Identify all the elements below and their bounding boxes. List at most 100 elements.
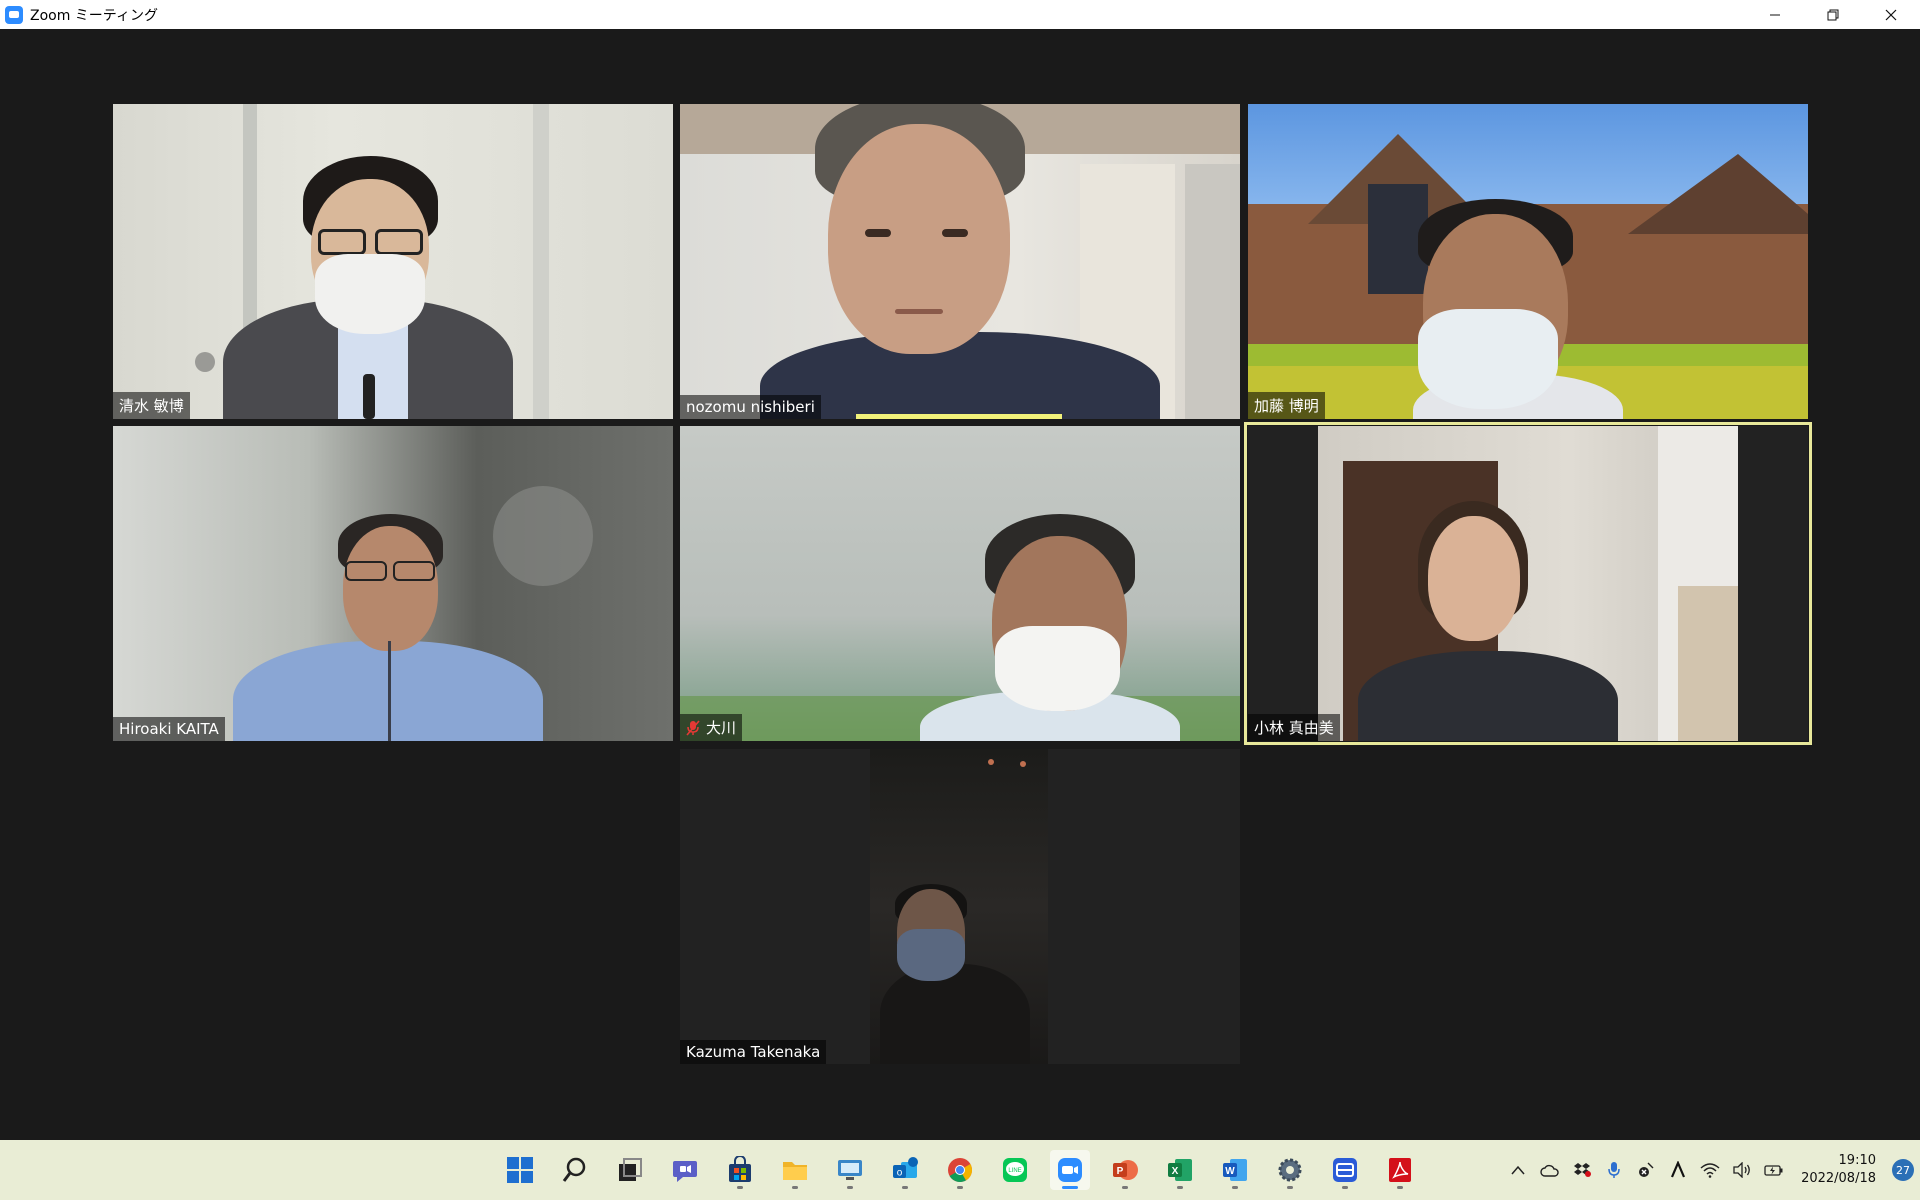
- running-indicator: [1122, 1186, 1128, 1189]
- app-button[interactable]: [1325, 1150, 1365, 1190]
- video-tile[interactable]: 清水 敏博: [113, 104, 673, 419]
- participant-name-tag: Hiroaki KAITA: [113, 717, 225, 741]
- task-view-button[interactable]: [610, 1150, 650, 1190]
- video-tile[interactable]: 加藤 博明: [1248, 104, 1808, 419]
- cloud-sync-tray[interactable]: [1539, 1159, 1561, 1181]
- windows-taskbar: o LINE P X W 19:10 2022/08/18 27: [0, 1140, 1920, 1200]
- volume-tray[interactable]: [1731, 1159, 1753, 1181]
- vpn-tray[interactable]: [1635, 1159, 1657, 1181]
- video-tile[interactable]: nozomu nishiberi: [680, 104, 1240, 419]
- excel-icon: X: [1168, 1159, 1192, 1181]
- running-indicator: [1177, 1186, 1183, 1189]
- dropbox-icon: [1574, 1163, 1592, 1177]
- door-frame: [533, 104, 549, 419]
- search-button[interactable]: [555, 1150, 595, 1190]
- taskbar-clock[interactable]: 19:10 2022/08/18: [1801, 1152, 1876, 1188]
- participant-name: 加藤 博明: [1254, 397, 1319, 415]
- participant-name-tag: 加藤 博明: [1248, 392, 1325, 419]
- word-icon: W: [1223, 1159, 1247, 1181]
- running-indicator: [1397, 1186, 1403, 1189]
- powerpoint-icon: P: [1113, 1160, 1138, 1180]
- microphone-tray[interactable]: [1603, 1159, 1625, 1181]
- clock-date: 2022/08/18: [1801, 1171, 1876, 1186]
- volume-icon: [1733, 1162, 1750, 1178]
- wifi-tray[interactable]: [1699, 1159, 1721, 1181]
- notification-badge[interactable]: 27: [1892, 1159, 1914, 1181]
- show-hidden-icons-button[interactable]: [1507, 1159, 1529, 1181]
- svg-text:LINE: LINE: [1008, 1168, 1021, 1174]
- chrome-icon: [948, 1158, 973, 1183]
- svg-text:W: W: [1225, 1166, 1235, 1177]
- outlook-button[interactable]: o: [885, 1150, 925, 1190]
- settings-button[interactable]: [1270, 1150, 1310, 1190]
- minimize-button[interactable]: [1746, 0, 1804, 29]
- clock-time: 19:10: [1838, 1153, 1876, 1168]
- battery-tray[interactable]: [1763, 1159, 1785, 1181]
- task-view-icon: [619, 1158, 642, 1181]
- close-icon: [1885, 9, 1897, 20]
- running-indicator: [957, 1186, 963, 1189]
- notification-count: 27: [1896, 1163, 1910, 1177]
- svg-text:P: P: [1117, 1166, 1124, 1177]
- search-icon: [562, 1157, 586, 1182]
- outlook-icon: o: [893, 1157, 918, 1179]
- running-indicator: [1287, 1186, 1293, 1189]
- minimize-icon: [1770, 14, 1780, 15]
- participant-name-tag: Kazuma Takenaka: [680, 1040, 827, 1064]
- cabinet: [1678, 586, 1738, 741]
- excel-button[interactable]: X: [1160, 1150, 1200, 1190]
- ime-icon: [1671, 1161, 1686, 1178]
- start-button[interactable]: [500, 1150, 540, 1190]
- battery-charging-icon: [1764, 1165, 1783, 1176]
- building-roof: [1628, 154, 1808, 234]
- audio-level-bar: [856, 414, 1062, 419]
- ime-tray[interactable]: [1667, 1159, 1689, 1181]
- teams-chat-button[interactable]: [665, 1150, 705, 1190]
- window-titlebar: Zoom ミーティング: [0, 0, 1920, 29]
- start-icon: [507, 1157, 533, 1183]
- window-title: Zoom ミーティング: [30, 7, 158, 24]
- remote-desktop-icon: [838, 1160, 862, 1180]
- status-icon: [1639, 1162, 1654, 1177]
- chrome-button[interactable]: [940, 1150, 980, 1190]
- zoom-button[interactable]: [1050, 1150, 1090, 1190]
- video-tile[interactable]: Hiroaki KAITA: [113, 426, 673, 741]
- store-icon: [729, 1156, 751, 1182]
- participant-name-tag: nozomu nishiberi: [680, 395, 821, 419]
- door-knob: [195, 352, 215, 372]
- video-tile[interactable]: 大川: [680, 426, 1240, 741]
- chevron-up-icon: [1511, 1165, 1525, 1175]
- line-button[interactable]: LINE: [995, 1150, 1035, 1190]
- zoom-icon: [1058, 1158, 1082, 1182]
- system-tray: 19:10 2022/08/18 27: [1507, 1140, 1920, 1200]
- store-button[interactable]: [720, 1150, 760, 1190]
- running-indicator: [847, 1186, 853, 1189]
- participant-name: Kazuma Takenaka: [686, 1043, 821, 1061]
- video-feed: [870, 749, 1048, 1064]
- acrobat-icon: [1389, 1158, 1411, 1182]
- dropbox-tray[interactable]: [1571, 1159, 1593, 1181]
- participant-name: Hiroaki KAITA: [119, 720, 219, 738]
- running-indicator: [902, 1186, 908, 1189]
- active-app-indicator: [1062, 1186, 1078, 1189]
- running-indicator: [1342, 1186, 1348, 1189]
- word-button[interactable]: W: [1215, 1150, 1255, 1190]
- ceiling-light: [988, 759, 994, 765]
- svg-text:o: o: [897, 1168, 903, 1179]
- participant-name-tag: 清水 敏博: [113, 392, 190, 419]
- app-icon: [1333, 1158, 1357, 1182]
- powerpoint-button[interactable]: P: [1105, 1150, 1145, 1190]
- video-feed: [1318, 426, 1738, 741]
- acrobat-button[interactable]: [1380, 1150, 1420, 1190]
- restore-button[interactable]: [1804, 0, 1862, 29]
- background-blur: [493, 486, 593, 586]
- remote-desktop-button[interactable]: [830, 1150, 870, 1190]
- file-explorer-button[interactable]: [775, 1150, 815, 1190]
- close-button[interactable]: [1862, 0, 1920, 29]
- gallery-view: 清水 敏博 nozomu nishiberi 加藤 博明 Hiroaki KAI…: [0, 29, 1920, 1140]
- svg-text:X: X: [1172, 1166, 1179, 1177]
- video-tile-active-speaker[interactable]: 小林 真由美: [1244, 422, 1812, 745]
- video-tile[interactable]: Kazuma Takenaka: [680, 749, 1240, 1064]
- settings-icon: [1278, 1158, 1302, 1182]
- zoom-app-icon: [5, 5, 23, 24]
